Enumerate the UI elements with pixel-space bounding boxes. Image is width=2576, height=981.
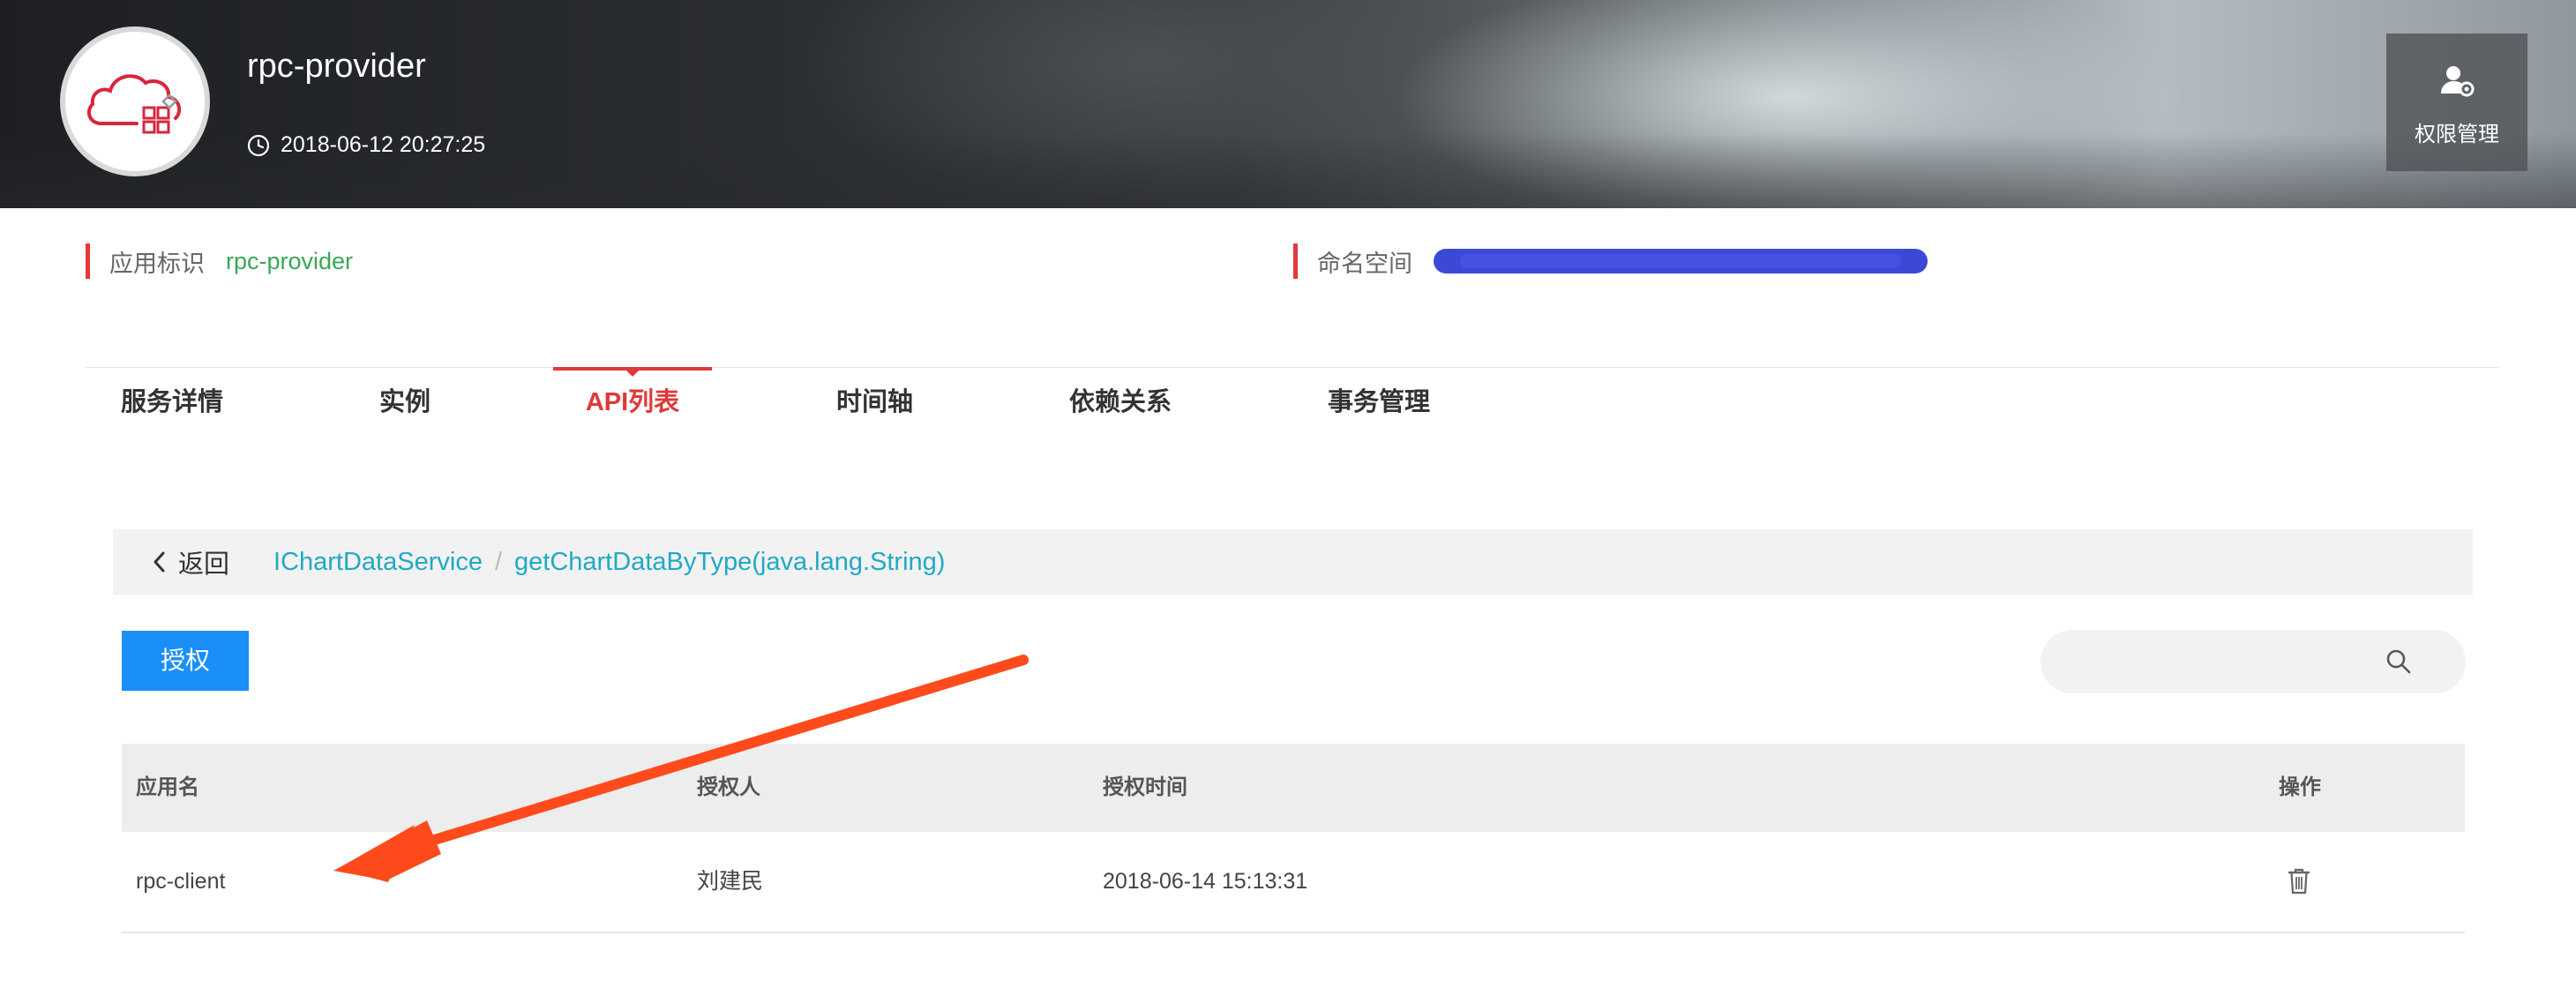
namespace-label: 命名空间 bbox=[1317, 250, 1412, 277]
tab-api-list[interactable]: API列表 bbox=[553, 367, 712, 438]
header-divider bbox=[86, 367, 2499, 368]
header-banner: rpc-provider 2018-06-12 20:27:25 权限管理 bbox=[0, 0, 2576, 208]
back-button[interactable]: 返回 bbox=[152, 543, 229, 580]
namespace-field: 命名空间 bbox=[1293, 243, 1928, 279]
col-actions: 操作 bbox=[2279, 775, 2321, 799]
col-grantor: 授权人 bbox=[697, 775, 760, 799]
cloud-app-icon bbox=[86, 74, 182, 134]
table-row: rpc-client 刘建民 2018-06-14 15:13:31 bbox=[122, 832, 2465, 933]
permission-management-label: 权限管理 bbox=[2415, 123, 2499, 146]
app-id-marker bbox=[86, 243, 90, 279]
search-input[interactable] bbox=[2067, 630, 2388, 695]
tab-timeline[interactable]: 时间轴 bbox=[836, 367, 913, 438]
search-icon[interactable] bbox=[2385, 648, 2413, 680]
breadcrumb-method[interactable]: getChartDataByType(java.lang.String) bbox=[514, 548, 945, 577]
tab-dependencies[interactable]: 依赖关系 bbox=[1069, 367, 1172, 438]
trash-icon[interactable] bbox=[2288, 867, 2310, 900]
app-id-value: rpc-provider bbox=[226, 247, 354, 274]
app-id-field: 应用标识 rpc-provider bbox=[86, 243, 353, 279]
tab-instances[interactable]: 实例 bbox=[379, 367, 431, 438]
namespace-marker bbox=[1293, 243, 1298, 279]
app-logo bbox=[60, 26, 210, 176]
namespace-value-redacted bbox=[1434, 249, 1928, 273]
back-label: 返回 bbox=[178, 550, 230, 579]
app-name-title: rpc-provider bbox=[247, 48, 426, 85]
col-grant-time: 授权时间 bbox=[1103, 775, 1187, 799]
permission-management-button[interactable]: 权限管理 bbox=[2386, 34, 2527, 171]
tab-transaction-management[interactable]: 事务管理 bbox=[1328, 367, 1430, 438]
breadcrumb: 返回 IChartDataService / getChartDataByTyp… bbox=[113, 529, 2473, 595]
active-tab-indicator bbox=[553, 367, 712, 377]
chevron-left-icon bbox=[154, 551, 165, 573]
authorize-button[interactable]: 授权 bbox=[122, 631, 249, 691]
clock-icon bbox=[247, 134, 270, 156]
tab-service-details[interactable]: 服务详情 bbox=[121, 367, 223, 438]
cell-grant-time: 2018-06-14 15:13:31 bbox=[1103, 869, 1308, 894]
created-time-text: 2018-06-12 20:27:25 bbox=[281, 132, 486, 157]
table-header: 应用名 授权人 授权时间 操作 bbox=[122, 744, 2465, 832]
col-app-name: 应用名 bbox=[136, 775, 199, 799]
cell-grantor: 刘建民 bbox=[697, 869, 764, 894]
user-settings-icon bbox=[2441, 66, 2475, 97]
created-time: 2018-06-12 20:27:25 bbox=[247, 132, 485, 158]
app-id-label: 应用标识 bbox=[109, 250, 205, 277]
search-box bbox=[2041, 630, 2466, 695]
cell-app-name: rpc-client bbox=[136, 869, 226, 894]
breadcrumb-separator: / bbox=[494, 547, 503, 576]
breadcrumb-service[interactable]: IChartDataService bbox=[273, 548, 483, 577]
